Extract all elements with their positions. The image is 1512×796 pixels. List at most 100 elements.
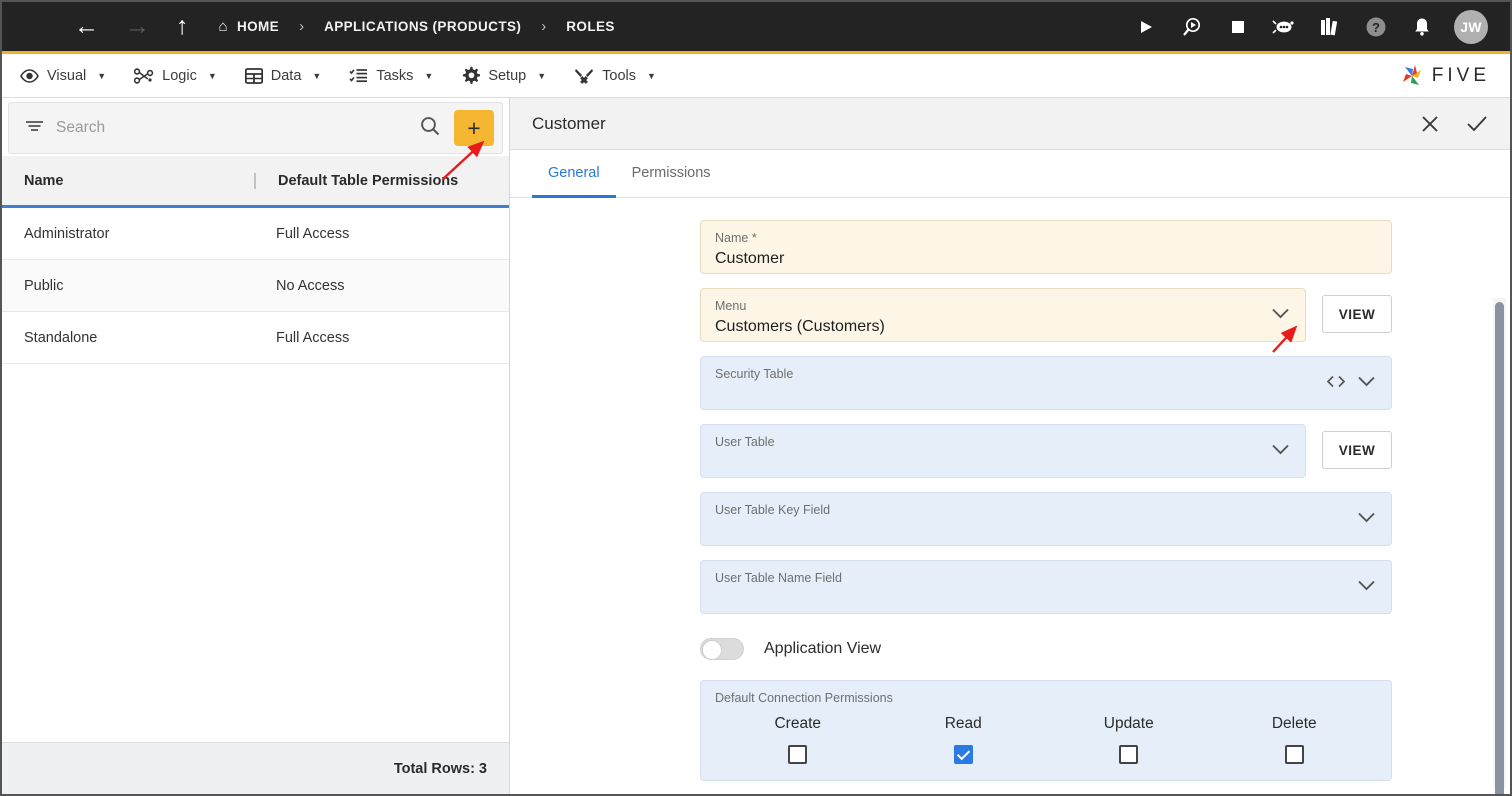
chevron-down-icon: ▼ bbox=[207, 70, 217, 81]
menu-label-tasks: Tasks bbox=[376, 67, 414, 84]
breadcrumb-home-label: HOME bbox=[236, 19, 280, 34]
field-label-menu: Menu bbox=[715, 299, 747, 313]
top-navigation-bar: ← → ↑ ⌂ HOME › APPLICATIONS (PRODUCTS) › … bbox=[2, 2, 1510, 54]
avatar[interactable]: JW bbox=[1454, 9, 1488, 44]
debug-icon[interactable] bbox=[1178, 13, 1206, 41]
menu-label-visual: Visual bbox=[47, 67, 87, 84]
cell-role-permissions: Full Access bbox=[276, 329, 350, 346]
arrow-right-icon[interactable]: → bbox=[125, 14, 150, 39]
total-rows-label: Total Rows: 3 bbox=[2, 742, 509, 794]
chevron-down-icon: ▼ bbox=[424, 70, 434, 81]
eye-icon bbox=[20, 68, 39, 83]
permission-label-delete: Delete bbox=[1271, 715, 1317, 732]
cell-role-permissions: No Access bbox=[276, 277, 345, 294]
help-icon[interactable]: ? bbox=[1362, 13, 1390, 41]
menu-item-tools[interactable]: Tools ▼ bbox=[574, 67, 656, 85]
menu-item-setup[interactable]: Setup ▼ bbox=[461, 66, 546, 85]
chevron-down-icon[interactable] bbox=[1358, 578, 1375, 596]
close-icon[interactable] bbox=[1420, 114, 1440, 134]
column-header-permissions[interactable]: Default Table Permissions bbox=[254, 172, 509, 189]
chevron-down-icon[interactable] bbox=[1358, 510, 1375, 528]
menu-item-data[interactable]: Data ▼ bbox=[244, 67, 321, 84]
chevron-down-icon[interactable] bbox=[1272, 306, 1289, 324]
menu-item-visual[interactable]: Visual ▼ bbox=[20, 68, 106, 84]
role-detail-panel: Customer General Permissions Name * Cust… bbox=[510, 98, 1510, 794]
default-connection-permissions-box: Default Connection Permissions Create Re… bbox=[700, 680, 1392, 781]
view-menu-button[interactable]: VIEW bbox=[1322, 295, 1392, 333]
chevron-down-icon: ▼ bbox=[97, 70, 107, 81]
field-label-security-table: Security Table bbox=[715, 367, 794, 381]
add-role-button[interactable]: + bbox=[454, 110, 494, 146]
breadcrumb-item-roles[interactable]: ROLES bbox=[566, 19, 615, 34]
roles-list-panel: + Name Default Table Permissions Adminis… bbox=[2, 98, 510, 794]
breadcrumb-item-applications[interactable]: APPLICATIONS (PRODUCTS) bbox=[324, 19, 521, 34]
application-view-toggle[interactable] bbox=[700, 638, 744, 660]
chevron-down-icon: ▼ bbox=[647, 70, 656, 81]
field-user-table[interactable]: User Table bbox=[700, 424, 1306, 478]
cell-role-permissions: Full Access bbox=[276, 225, 350, 242]
checkbox-update[interactable] bbox=[1119, 745, 1139, 764]
scrollbar-thumb[interactable] bbox=[1495, 302, 1504, 794]
table-row[interactable]: Standalone Full Access bbox=[2, 312, 509, 364]
code-brackets-icon[interactable] bbox=[1326, 375, 1346, 392]
view-user-table-button[interactable]: VIEW bbox=[1322, 431, 1392, 469]
cell-role-name: Standalone bbox=[24, 329, 98, 346]
table-row[interactable]: Public No Access bbox=[2, 260, 509, 312]
robot-icon[interactable] bbox=[1270, 13, 1298, 41]
role-form: Name * Customer Menu Customers (Customer… bbox=[700, 220, 1392, 781]
detail-tabs: General Permissions bbox=[510, 150, 1510, 198]
field-value-menu: Customers (Customers) bbox=[715, 318, 885, 335]
menu-item-tasks[interactable]: Tasks ▼ bbox=[349, 68, 433, 84]
application-view-row: Application View bbox=[700, 638, 1392, 660]
check-icon[interactable] bbox=[1466, 114, 1488, 134]
checkbox-delete[interactable] bbox=[1284, 745, 1304, 764]
permission-label-update: Update bbox=[1103, 715, 1154, 732]
books-icon[interactable] bbox=[1316, 13, 1344, 41]
menu-field-row: Menu Customers (Customers) VIEW bbox=[700, 288, 1392, 342]
permission-create: Create bbox=[715, 715, 881, 764]
table-row[interactable]: Administrator Full Access bbox=[2, 208, 509, 260]
five-brand-label: FIVE bbox=[1431, 64, 1490, 86]
search-input[interactable] bbox=[56, 119, 420, 137]
field-user-table-key-field[interactable]: User Table Key Field bbox=[700, 492, 1392, 546]
chevron-down-icon[interactable] bbox=[1358, 374, 1375, 392]
field-user-table-name-field[interactable]: User Table Name Field bbox=[700, 560, 1392, 614]
graph-nodes-icon bbox=[134, 67, 154, 84]
search-icon[interactable] bbox=[420, 116, 440, 141]
field-name[interactable]: Name * Customer bbox=[700, 220, 1392, 274]
permission-read: Read bbox=[881, 715, 1047, 764]
toggle-knob bbox=[702, 640, 722, 660]
field-label-name: Name * bbox=[715, 231, 757, 245]
menu-label-data: Data bbox=[270, 67, 302, 84]
chevron-down-icon[interactable] bbox=[1272, 442, 1289, 460]
field-menu[interactable]: Menu Customers (Customers) bbox=[700, 288, 1306, 342]
field-label-user-table: User Table bbox=[715, 435, 775, 449]
tab-permissions[interactable]: Permissions bbox=[616, 150, 727, 198]
checkbox-read[interactable] bbox=[953, 745, 973, 764]
stop-icon[interactable] bbox=[1224, 13, 1252, 41]
breadcrumb-separator-2: › bbox=[541, 18, 547, 35]
permissions-columns: Create Read Update Delete bbox=[715, 715, 1377, 764]
gear-icon bbox=[461, 66, 481, 85]
play-icon[interactable] bbox=[1132, 13, 1160, 41]
permission-label-read: Read bbox=[944, 715, 982, 732]
menu-item-logic[interactable]: Logic ▼ bbox=[134, 68, 217, 84]
arrow-left-icon[interactable]: ← bbox=[74, 14, 99, 39]
tab-general[interactable]: General bbox=[532, 150, 616, 198]
user-table-field-row: User Table VIEW bbox=[700, 424, 1392, 478]
bell-icon[interactable] bbox=[1408, 13, 1436, 41]
arrow-up-icon[interactable]: ↑ bbox=[176, 14, 189, 39]
top-bar-actions: ? JW bbox=[1132, 9, 1488, 44]
column-header-name[interactable]: Name bbox=[2, 173, 254, 189]
checkbox-create[interactable] bbox=[788, 745, 808, 764]
breadcrumb-item-home[interactable]: ⌂ HOME bbox=[219, 18, 280, 35]
filter-icon[interactable] bbox=[25, 119, 44, 138]
field-security-table[interactable]: Security Table bbox=[700, 356, 1392, 410]
hamburger-icon[interactable] bbox=[26, 21, 48, 32]
breadcrumb: ⌂ HOME › APPLICATIONS (PRODUCTS) › ROLES bbox=[219, 18, 615, 35]
roles-table: Name Default Table Permissions Administr… bbox=[2, 156, 509, 364]
permissions-box-title: Default Connection Permissions bbox=[715, 691, 893, 705]
detail-panel-header: Customer bbox=[510, 98, 1510, 150]
menu-label-setup: Setup bbox=[488, 67, 527, 84]
application-window: ← → ↑ ⌂ HOME › APPLICATIONS (PRODUCTS) › … bbox=[0, 0, 1512, 796]
